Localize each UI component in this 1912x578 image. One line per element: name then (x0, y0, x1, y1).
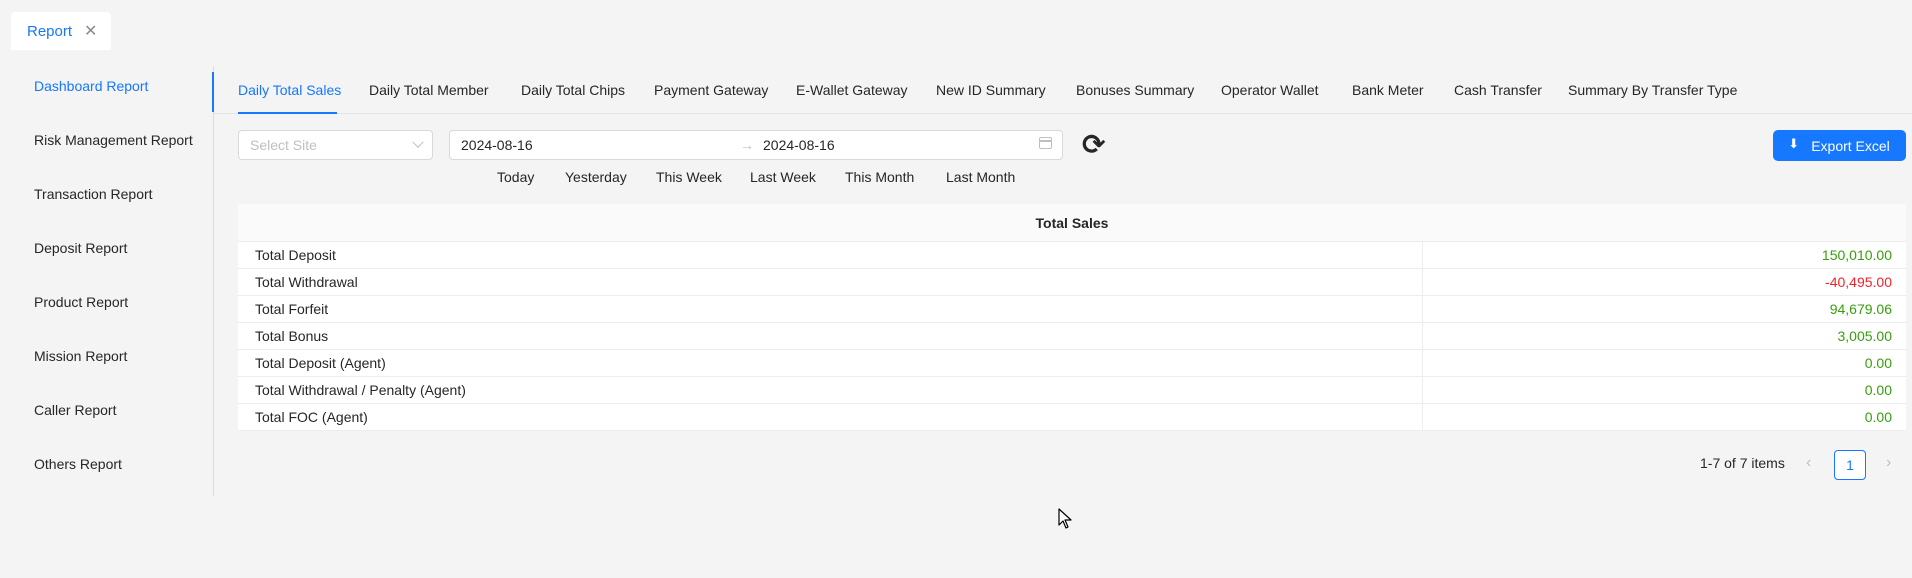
tab-daily-total-member[interactable]: Daily Total Member (369, 82, 489, 98)
report-tab-label: Report (27, 22, 73, 40)
row-value: 150,010.00 (1821, 247, 1892, 263)
row-label: Total Deposit (Agent) (255, 355, 386, 371)
site-select[interactable]: Select Site (238, 130, 433, 160)
preset-today[interactable]: Today (497, 169, 534, 185)
row-label: Total Withdrawal (255, 274, 358, 290)
mouse-pointer-icon (1058, 508, 1072, 529)
row-value: 0.00 (1864, 355, 1892, 371)
row-label: Total Withdrawal / Penalty (Agent) (255, 382, 466, 398)
sidebar-item-product-report[interactable]: Product Report (34, 294, 128, 310)
table-row: Total Withdrawal / Penalty (Agent) 0.00 (238, 377, 1906, 404)
chevron-right-icon[interactable]: › (1886, 454, 1891, 472)
tab-summary-by-transfer-type[interactable]: Summary By Transfer Type (1568, 82, 1737, 98)
active-tab-indicator (238, 112, 337, 114)
column-divider (1422, 377, 1423, 403)
preset-this-week[interactable]: This Week (656, 169, 722, 185)
table-row: Total Deposit 150,010.00 (238, 242, 1906, 269)
download-icon (1788, 136, 1801, 153)
site-select-placeholder: Select Site (250, 137, 317, 153)
table-row: Total Forfeit 94,679.06 (238, 296, 1906, 323)
report-tabs: Daily Total Sales Daily Total Member Dai… (214, 66, 1912, 114)
export-excel-label: Export Excel (1811, 137, 1890, 154)
date-to-input[interactable]: 2024-08-16 (763, 137, 835, 153)
calendar-icon (1039, 137, 1052, 149)
arrow-right-icon: → (740, 137, 754, 153)
row-label: Total Deposit (255, 247, 336, 263)
sidebar-item-dashboard-report[interactable]: Dashboard Report (34, 78, 148, 94)
tab-bank-meter[interactable]: Bank Meter (1352, 82, 1424, 98)
report-tab[interactable]: Report ✕ (11, 12, 111, 50)
sidebar-item-caller-report[interactable]: Caller Report (34, 402, 116, 418)
row-value: -40,495.00 (1825, 274, 1892, 290)
export-excel-button[interactable]: Export Excel (1773, 130, 1906, 161)
row-label: Total FOC (Agent) (255, 409, 368, 425)
column-divider (1422, 242, 1423, 268)
tab-cash-transfer[interactable]: Cash Transfer (1454, 82, 1542, 98)
column-divider (1422, 350, 1423, 376)
row-value: 0.00 (1864, 409, 1892, 425)
row-value: 3,005.00 (1837, 328, 1893, 344)
preset-last-month[interactable]: Last Month (946, 169, 1015, 185)
table-header: Total Sales (238, 204, 1906, 242)
column-divider (1422, 296, 1423, 322)
chevron-down-icon (412, 136, 424, 148)
table-row: Total Withdrawal -40,495.00 (238, 269, 1906, 296)
preset-this-month[interactable]: This Month (845, 169, 914, 185)
sidebar-item-risk-management-report[interactable]: Risk Management Report (34, 132, 193, 148)
tab-bonuses-summary[interactable]: Bonuses Summary (1076, 82, 1194, 98)
chevron-left-icon[interactable]: ‹ (1806, 454, 1811, 472)
sidebar-item-mission-report[interactable]: Mission Report (34, 348, 127, 364)
tab-daily-total-sales[interactable]: Daily Total Sales (238, 82, 341, 98)
tab-e-wallet-gateway[interactable]: E-Wallet Gateway (796, 82, 908, 98)
total-sales-table: Total Sales Total Deposit 150,010.00 Tot… (238, 204, 1906, 431)
preset-yesterday[interactable]: Yesterday (565, 169, 627, 185)
row-value: 94,679.06 (1829, 301, 1892, 317)
report-sidebar: Dashboard Report Risk Management Report … (0, 66, 214, 496)
page-button-current[interactable]: 1 (1834, 450, 1866, 480)
date-range-picker[interactable]: 2024-08-16 → 2024-08-16 (449, 130, 1063, 160)
refresh-icon[interactable]: ⟳ (1082, 130, 1110, 160)
tab-payment-gateway[interactable]: Payment Gateway (654, 82, 768, 98)
column-divider (1422, 404, 1423, 430)
tab-operator-wallet[interactable]: Operator Wallet (1221, 82, 1319, 98)
pagination-summary: 1-7 of 7 items (1700, 455, 1785, 471)
close-icon[interactable]: ✕ (84, 21, 97, 41)
row-label: Total Forfeit (255, 301, 329, 317)
tab-daily-total-chips[interactable]: Daily Total Chips (521, 82, 625, 98)
table-row: Total Deposit (Agent) 0.00 (238, 350, 1906, 377)
sidebar-item-deposit-report[interactable]: Deposit Report (34, 240, 127, 256)
date-from-input[interactable]: 2024-08-16 (461, 137, 533, 153)
sidebar-item-transaction-report[interactable]: Transaction Report (34, 186, 153, 202)
row-value: 0.00 (1864, 382, 1892, 398)
table-row: Total FOC (Agent) 0.00 (238, 404, 1906, 431)
row-label: Total Bonus (255, 328, 329, 344)
column-divider (1422, 269, 1423, 295)
column-divider (1422, 323, 1423, 349)
preset-last-week[interactable]: Last Week (750, 169, 816, 185)
table-row: Total Bonus 3,005.00 (238, 323, 1906, 350)
sidebar-item-others-report[interactable]: Others Report (34, 456, 122, 472)
tab-new-id-summary[interactable]: New ID Summary (936, 82, 1046, 98)
